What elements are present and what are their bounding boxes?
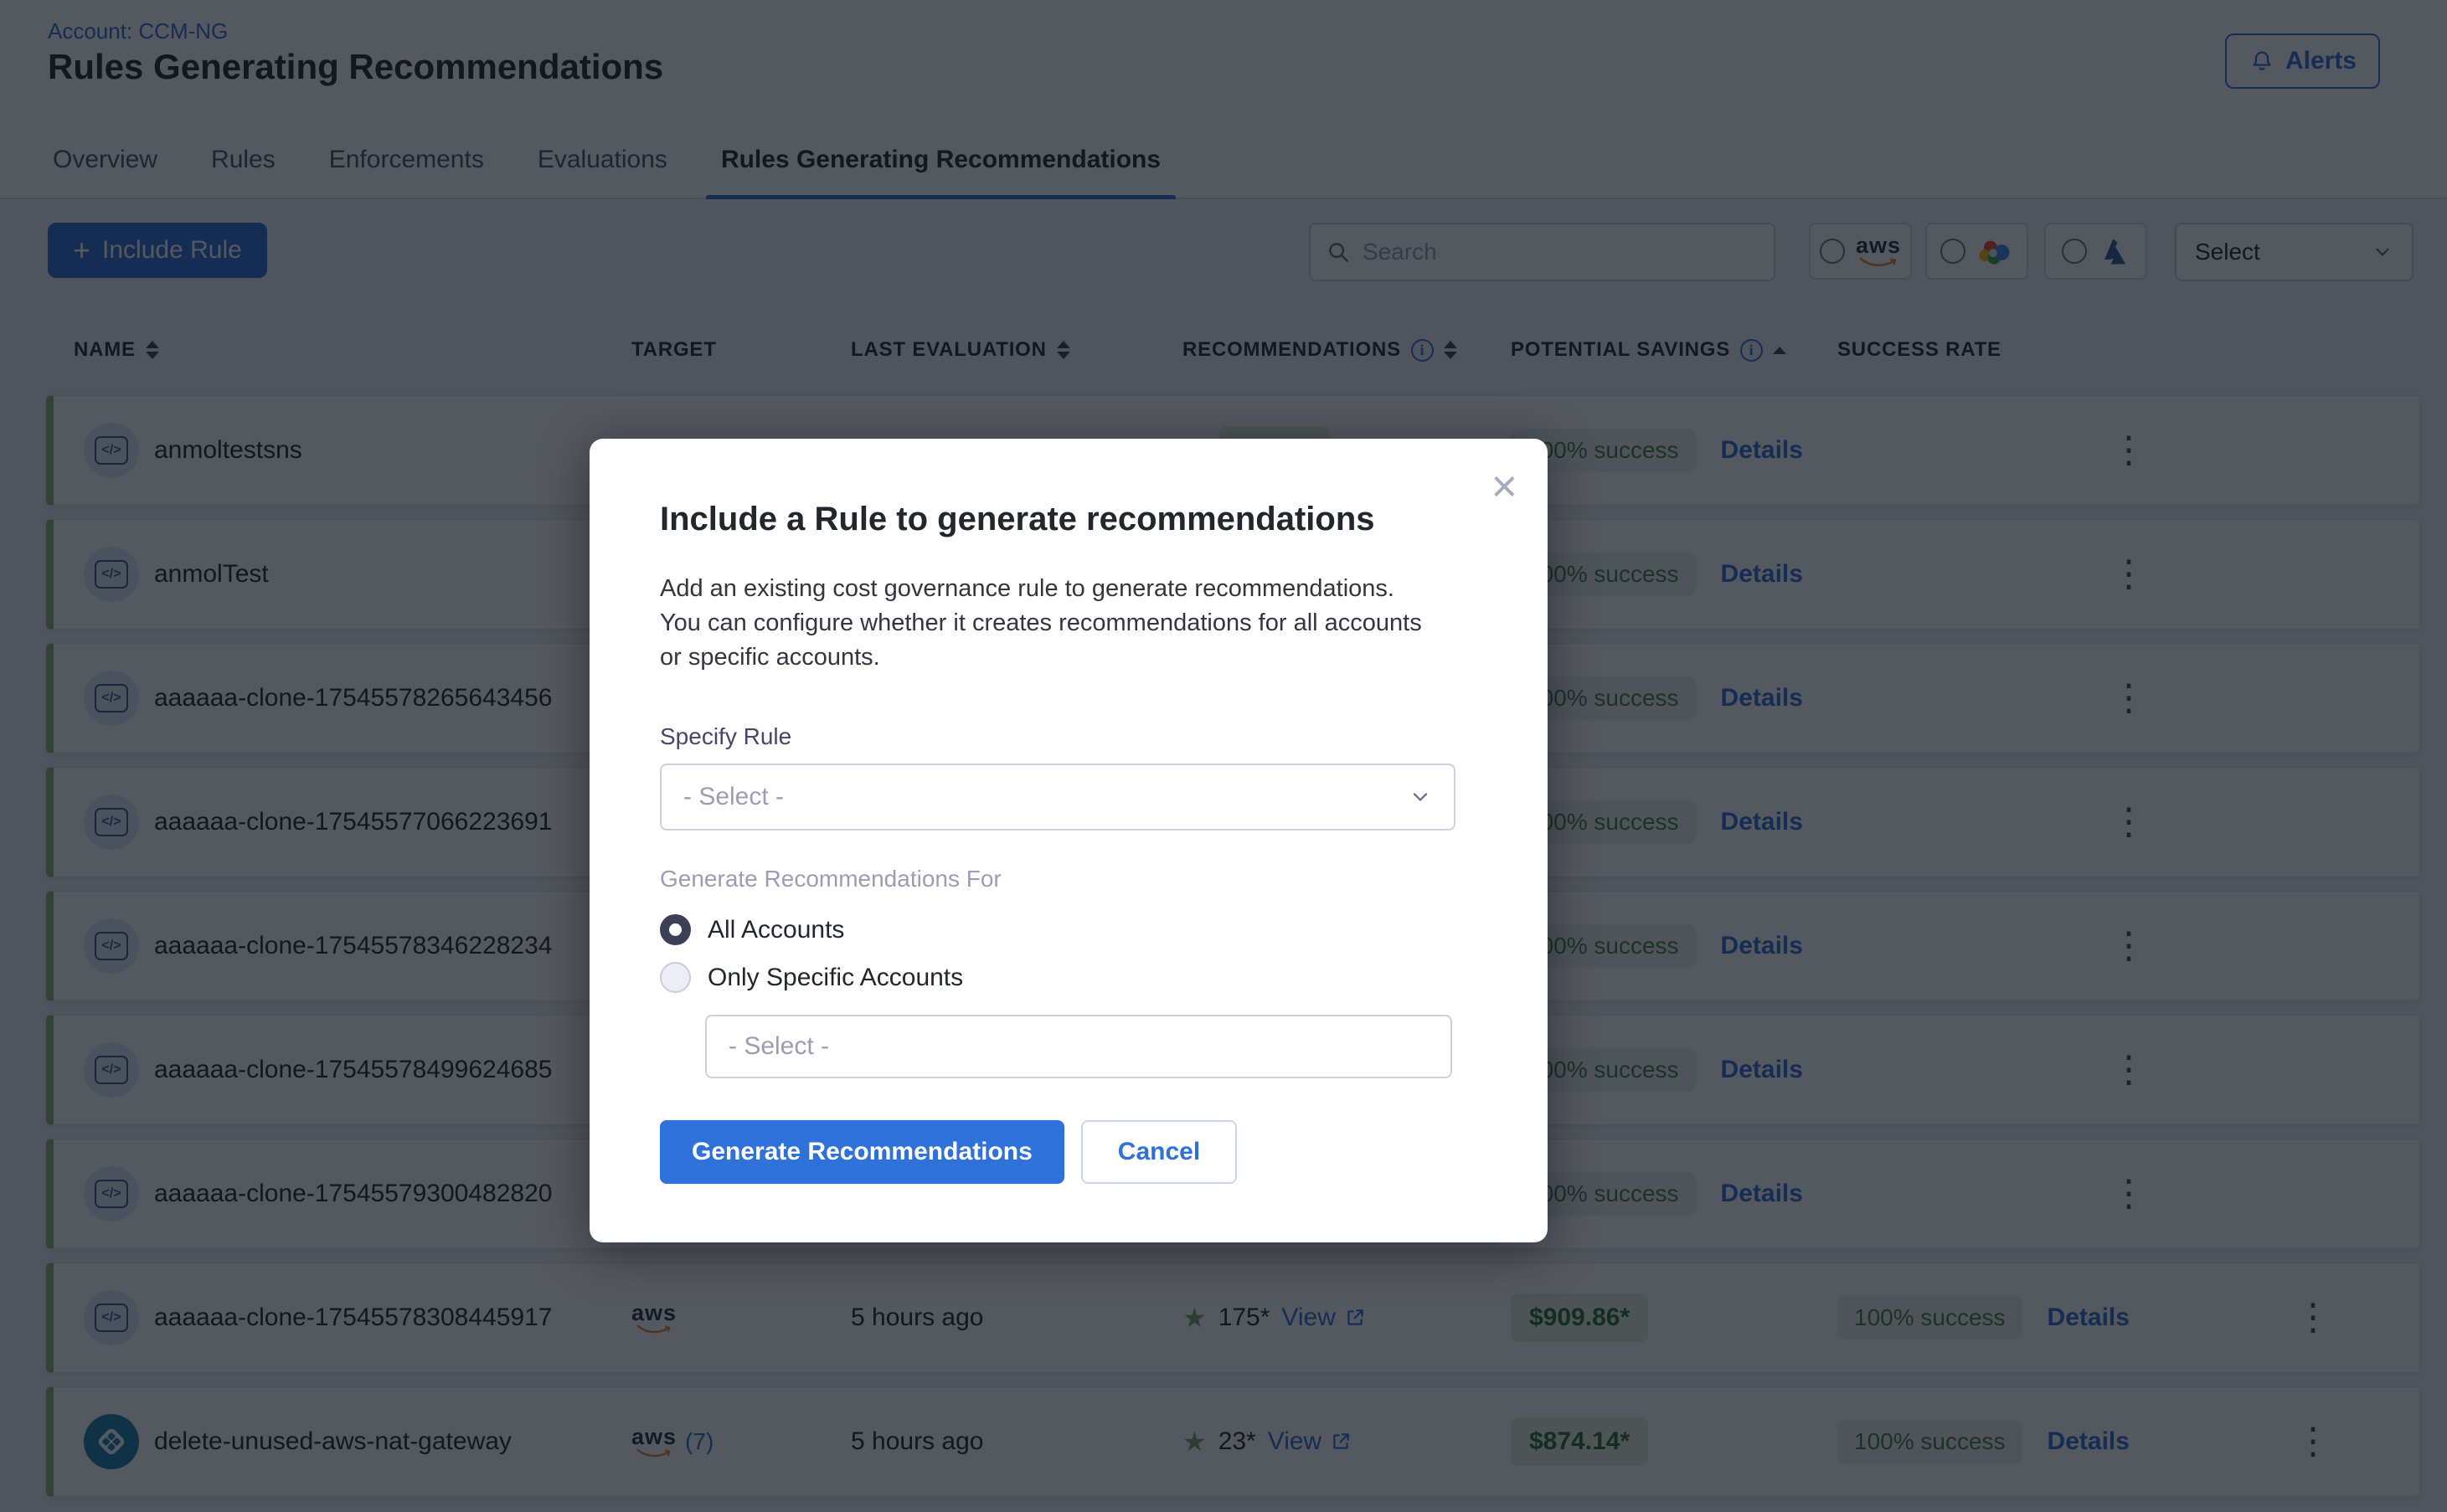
- specify-rule-label: Specify Rule: [660, 723, 1477, 750]
- generate-recommendations-button[interactable]: Generate Recommendations: [660, 1120, 1064, 1184]
- only-specific-accounts-label: Only Specific Accounts: [708, 964, 963, 992]
- radio-selected-icon[interactable]: [660, 914, 691, 945]
- rule-select-dropdown[interactable]: - Select -: [660, 764, 1455, 831]
- close-icon[interactable]: ×: [1491, 464, 1517, 509]
- modal-description: Add an existing cost governance rule to …: [660, 572, 1422, 675]
- radio-only-specific-accounts[interactable]: Only Specific Accounts: [660, 962, 1477, 993]
- accounts-select-placeholder: - Select -: [729, 1032, 829, 1061]
- cancel-button[interactable]: Cancel: [1081, 1120, 1237, 1184]
- radio-all-accounts[interactable]: All Accounts: [660, 914, 1477, 945]
- modal-title: Include a Rule to generate recommendatio…: [660, 501, 1477, 538]
- radio-unselected-icon[interactable]: [660, 962, 691, 993]
- app-window: Account: CCM-NG Rules Generating Recomme…: [0, 0, 2447, 1512]
- include-rule-modal: × Include a Rule to generate recommendat…: [590, 439, 1548, 1242]
- accounts-select-dropdown[interactable]: - Select -: [705, 1015, 1452, 1078]
- chevron-down-icon: [1409, 785, 1432, 809]
- all-accounts-label: All Accounts: [708, 916, 844, 944]
- rule-select-placeholder: - Select -: [683, 783, 784, 811]
- generate-for-label: Generate Recommendations For: [660, 866, 1477, 892]
- modal-actions: Generate Recommendations Cancel: [660, 1120, 1477, 1184]
